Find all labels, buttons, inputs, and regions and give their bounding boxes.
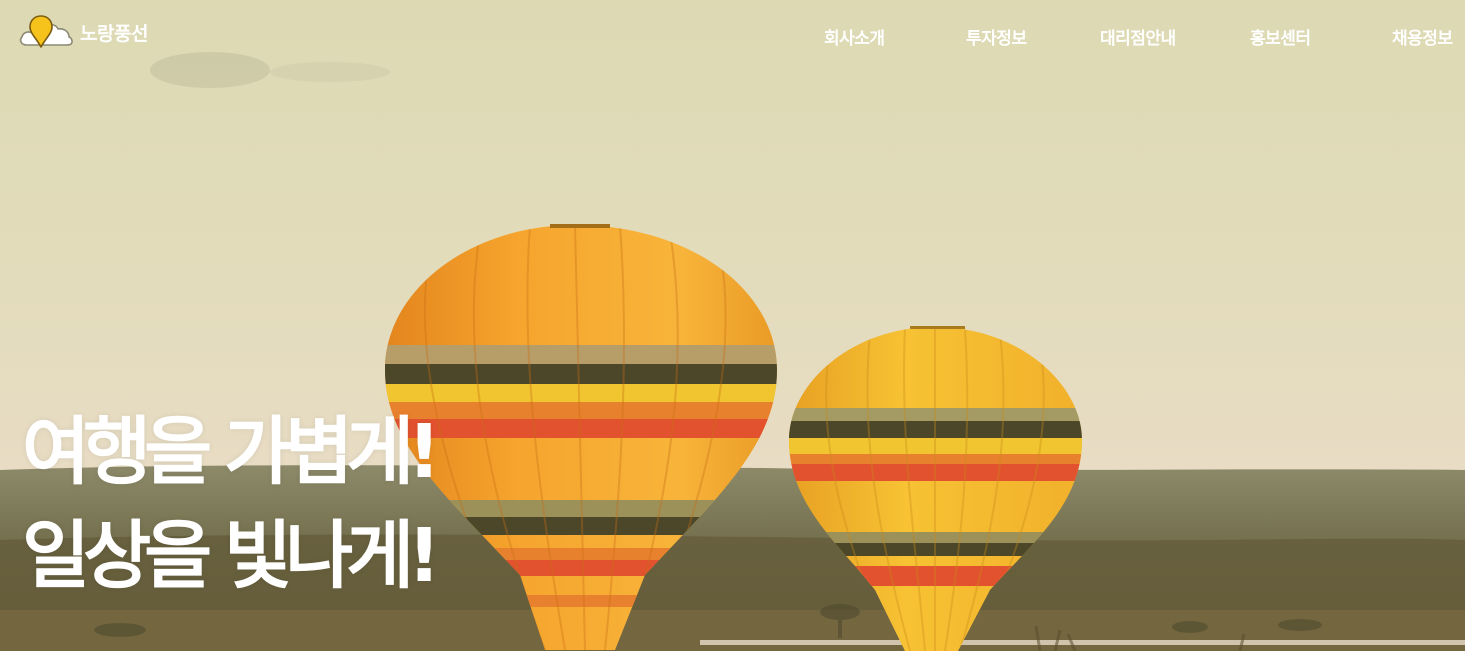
main-nav: 회사소개 투자정보 대리점안내 홍보센터 채용정보: [0, 24, 1465, 49]
nav-item-company[interactable]: 회사소개: [824, 24, 885, 49]
page: 노랑풍선 회사소개 투자정보 대리점안내 홍보센터 채용정보 여행을 가볍게! …: [0, 0, 1465, 651]
hero-headline-line-1: 여행을 가볍게!: [22, 409, 441, 495]
hero-headline: 여행을 가볍게! 일상을 빛나게!: [22, 400, 441, 608]
nav-item-pr-center[interactable]: 홍보센터: [1250, 24, 1311, 49]
nav-item-agency[interactable]: 대리점안내: [1100, 24, 1176, 49]
nav-item-investor[interactable]: 투자정보: [966, 24, 1027, 49]
nav-item-careers[interactable]: 채용정보: [1392, 24, 1453, 49]
hero-headline-line-2: 일상을 빛나게!: [22, 513, 441, 599]
site-header: 노랑풍선 회사소개 투자정보 대리점안내 홍보센터 채용정보: [0, 0, 1465, 70]
